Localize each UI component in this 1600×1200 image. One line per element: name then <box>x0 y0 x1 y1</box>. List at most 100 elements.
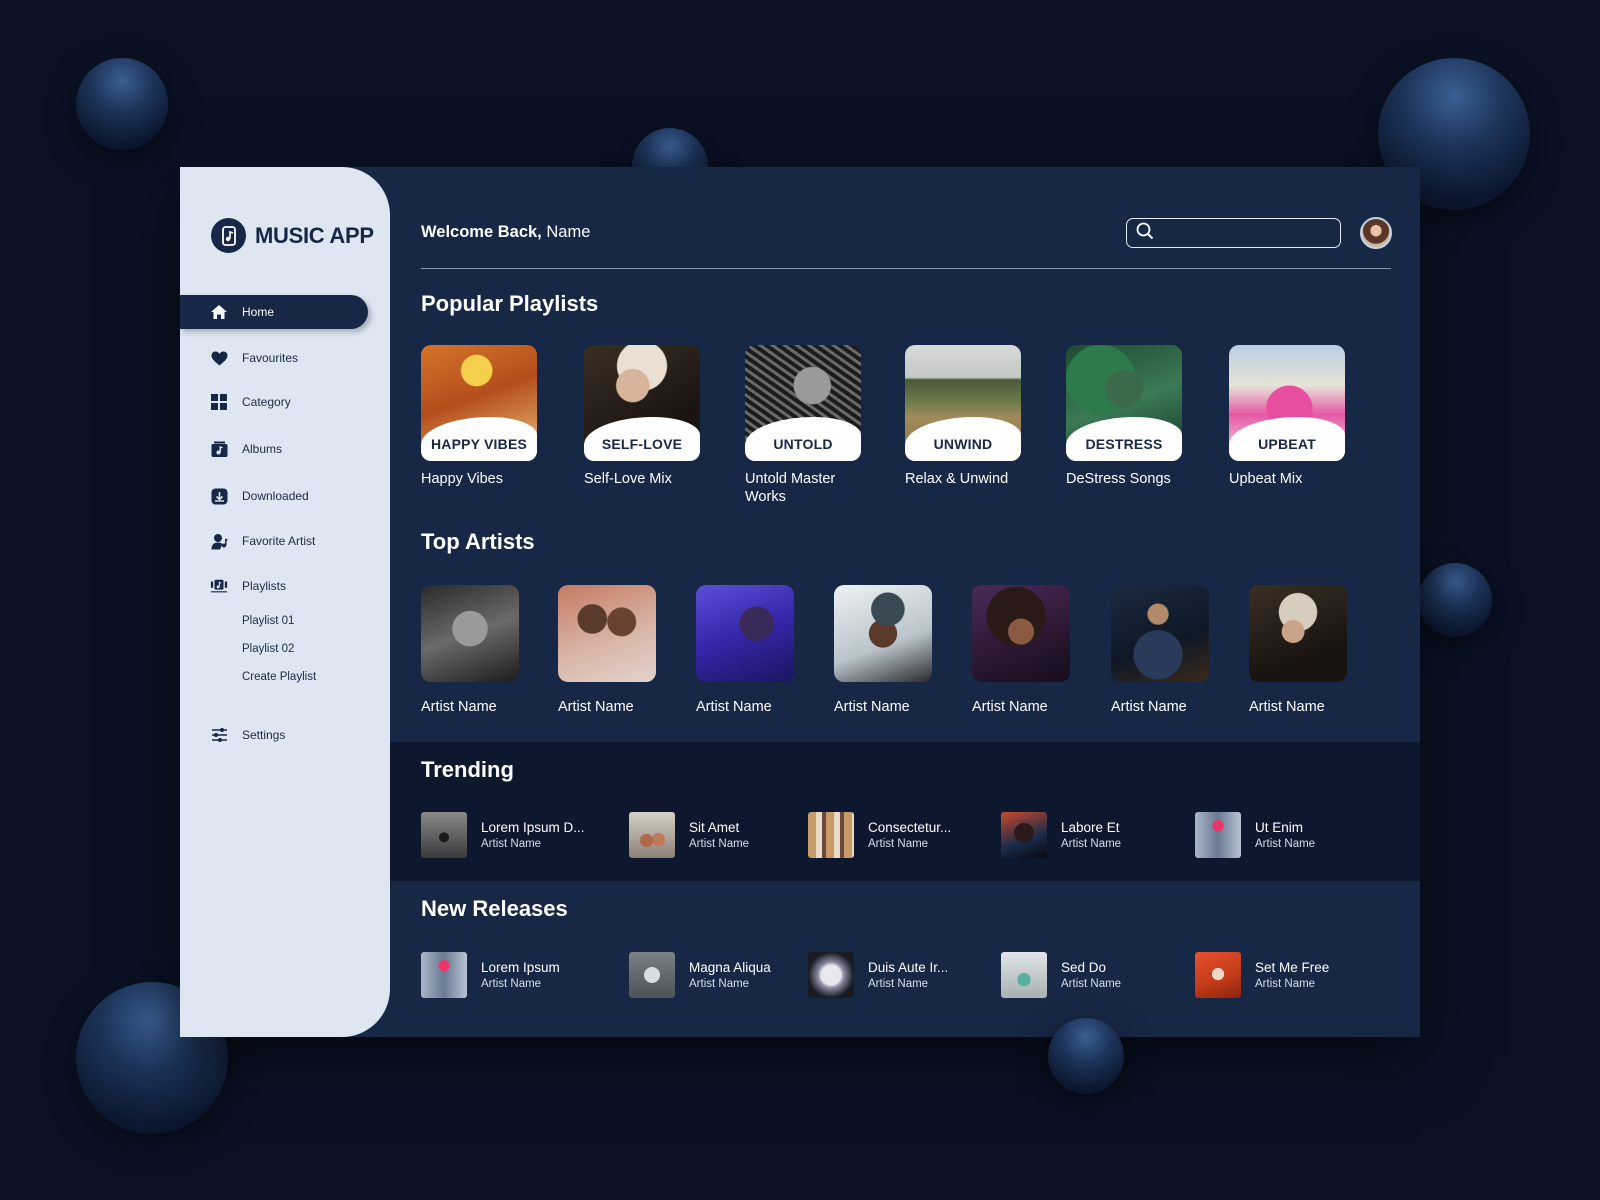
track-thumbnail <box>1195 952 1241 998</box>
track-artist: Artist Name <box>1061 838 1122 850</box>
track-title: Lorem Ipsum <box>481 960 560 975</box>
sidebar-item-home[interactable]: Home <box>180 295 368 329</box>
artist-card[interactable]: Artist Name <box>972 585 1070 715</box>
playlist-card[interactable]: DESTRESS DeStress Songs <box>1066 345 1182 488</box>
search-bar[interactable] <box>1126 218 1341 248</box>
sidebar-item-label: Favourites <box>242 351 299 365</box>
trending-item[interactable]: Lorem Ipsum D... Artist Name <box>421 812 585 858</box>
sidebar-item-label: Category <box>242 395 291 409</box>
sidebar-item-favorite-artist[interactable]: Favorite Artist <box>180 524 368 558</box>
sidebar-item-albums[interactable]: Albums <box>180 432 368 466</box>
decorative-sphere <box>1418 563 1492 637</box>
track-artist: Artist Name <box>689 978 750 990</box>
artist-card[interactable]: Artist Name <box>1249 585 1347 715</box>
track-title: Magna Aliqua <box>689 960 771 975</box>
trending-item[interactable]: Labore Et Artist Name <box>1001 812 1121 858</box>
sidebar-playlist-01[interactable]: Playlist 01 <box>242 615 294 627</box>
track-artist: Artist Name <box>689 838 750 850</box>
trending-item[interactable]: Ut Enim Artist Name <box>1195 812 1315 858</box>
playlist-card[interactable]: UNTOLD Untold Master Works <box>745 345 861 506</box>
sidebar-create-playlist[interactable]: Create Playlist <box>242 671 316 683</box>
new-release-item[interactable]: Set Me Free Artist Name <box>1195 952 1329 998</box>
sidebar-item-category[interactable]: Category <box>180 385 368 419</box>
artist-card[interactable]: Artist Name <box>421 585 519 715</box>
track-thumbnail <box>1195 812 1241 858</box>
artist-photo <box>421 585 519 682</box>
sidebar-item-settings[interactable]: Settings <box>180 718 368 752</box>
album-icon <box>210 440 228 458</box>
artist-name: Artist Name <box>1249 699 1325 715</box>
track-artist: Artist Name <box>481 838 542 850</box>
sidebar-playlist-02[interactable]: Playlist 02 <box>242 643 294 655</box>
track-artist: Artist Name <box>1255 838 1316 850</box>
sidebar-item-downloaded[interactable]: Downloaded <box>180 479 368 513</box>
playlist-tag: DESTRESS <box>1085 436 1163 452</box>
track-title: Sed Do <box>1061 960 1107 975</box>
track-artist: Artist Name <box>1061 978 1122 990</box>
playlist-card[interactable]: HAPPY VIBES Happy Vibes <box>421 345 537 488</box>
artist-photo <box>696 585 794 682</box>
search-input[interactable] <box>1162 225 1322 241</box>
avatar[interactable] <box>1360 217 1392 249</box>
playlist-name: Self-Love Mix <box>584 471 672 487</box>
playlist-cover: SELF-LOVE <box>584 345 700 461</box>
playlist-tag: UNTOLD <box>773 436 833 452</box>
sidebar-item-label: Settings <box>242 728 286 742</box>
playlist-name: Relax & Unwind <box>905 471 1009 487</box>
track-title: Sit Amet <box>689 820 740 835</box>
download-icon <box>210 487 228 505</box>
artist-card[interactable]: Artist Name <box>834 585 932 715</box>
sidebar-item-label: Playlists <box>242 579 287 593</box>
sidebar: MUSIC APP Home Favourites Category Album <box>180 167 390 1037</box>
home-icon <box>210 303 228 321</box>
playlist-card[interactable]: SELF-LOVE Self-Love Mix <box>584 345 700 488</box>
artist-card[interactable]: Artist Name <box>696 585 794 715</box>
artist-name: Artist Name <box>558 699 634 715</box>
welcome-user-name: Name <box>546 223 591 241</box>
welcome-greeting: Welcome Back, <box>421 223 542 241</box>
track-title: Consectetur... <box>868 820 952 835</box>
playlist-card[interactable]: UPBEAT Upbeat Mix <box>1229 345 1345 488</box>
track-artist: Artist Name <box>1255 978 1316 990</box>
app-window: MUSIC APP Home Favourites Category Album <box>180 167 1420 1037</box>
playlist-card[interactable]: UNWIND Relax & Unwind <box>905 345 1021 488</box>
sidebar-item-favourites[interactable]: Favourites <box>180 341 368 375</box>
playlist-name: Upbeat Mix <box>1229 471 1303 487</box>
artist-name: Artist Name <box>972 699 1048 715</box>
welcome-message: Welcome Back, Name <box>421 223 590 242</box>
track-thumbnail <box>1001 952 1047 998</box>
track-thumbnail <box>421 952 467 998</box>
section-title-new-releases: New Releases <box>421 896 568 921</box>
heart-icon <box>210 349 228 367</box>
playlist-cover: HAPPY VIBES <box>421 345 537 461</box>
track-thumbnail <box>808 812 854 858</box>
new-release-item[interactable]: Duis Aute Ir... Artist Name <box>808 952 948 998</box>
playlist-cover: DESTRESS <box>1066 345 1182 461</box>
artist-card[interactable]: Artist Name <box>1111 585 1209 715</box>
header-divider <box>421 268 1391 269</box>
artist-name: Artist Name <box>696 699 772 715</box>
track-artist: Artist Name <box>868 838 929 850</box>
track-thumbnail <box>629 952 675 998</box>
new-release-item[interactable]: Lorem Ipsum Artist Name <box>421 952 560 998</box>
section-title-top-artists: Top Artists <box>421 529 535 554</box>
playlist-tag: HAPPY VIBES <box>430 436 528 452</box>
sidebar-item-label: Home <box>242 305 275 319</box>
new-release-item[interactable]: Magna Aliqua Artist Name <box>629 952 771 998</box>
artist-card[interactable]: Artist Name <box>558 585 656 715</box>
new-release-item[interactable]: Sed Do Artist Name <box>1001 952 1121 998</box>
trending-item[interactable]: Consectetur... Artist Name <box>808 812 951 858</box>
app-logo[interactable]: MUSIC APP <box>211 218 374 253</box>
decorative-sphere <box>76 58 168 150</box>
music-note-icon <box>211 218 246 253</box>
artist-photo <box>972 585 1070 682</box>
sidebar-item-playlists[interactable]: Playlists <box>180 569 368 603</box>
trending-item[interactable]: Sit Amet Artist Name <box>629 812 749 858</box>
playlist-tag: UPBEAT <box>1258 436 1316 452</box>
artist-photo <box>558 585 656 682</box>
playlist-cover: UPBEAT <box>1229 345 1345 461</box>
track-title: Ut Enim <box>1255 820 1304 835</box>
track-title: Labore Et <box>1061 820 1120 835</box>
sidebar-item-label: Albums <box>242 442 283 456</box>
artist-name: Artist Name <box>421 699 497 715</box>
